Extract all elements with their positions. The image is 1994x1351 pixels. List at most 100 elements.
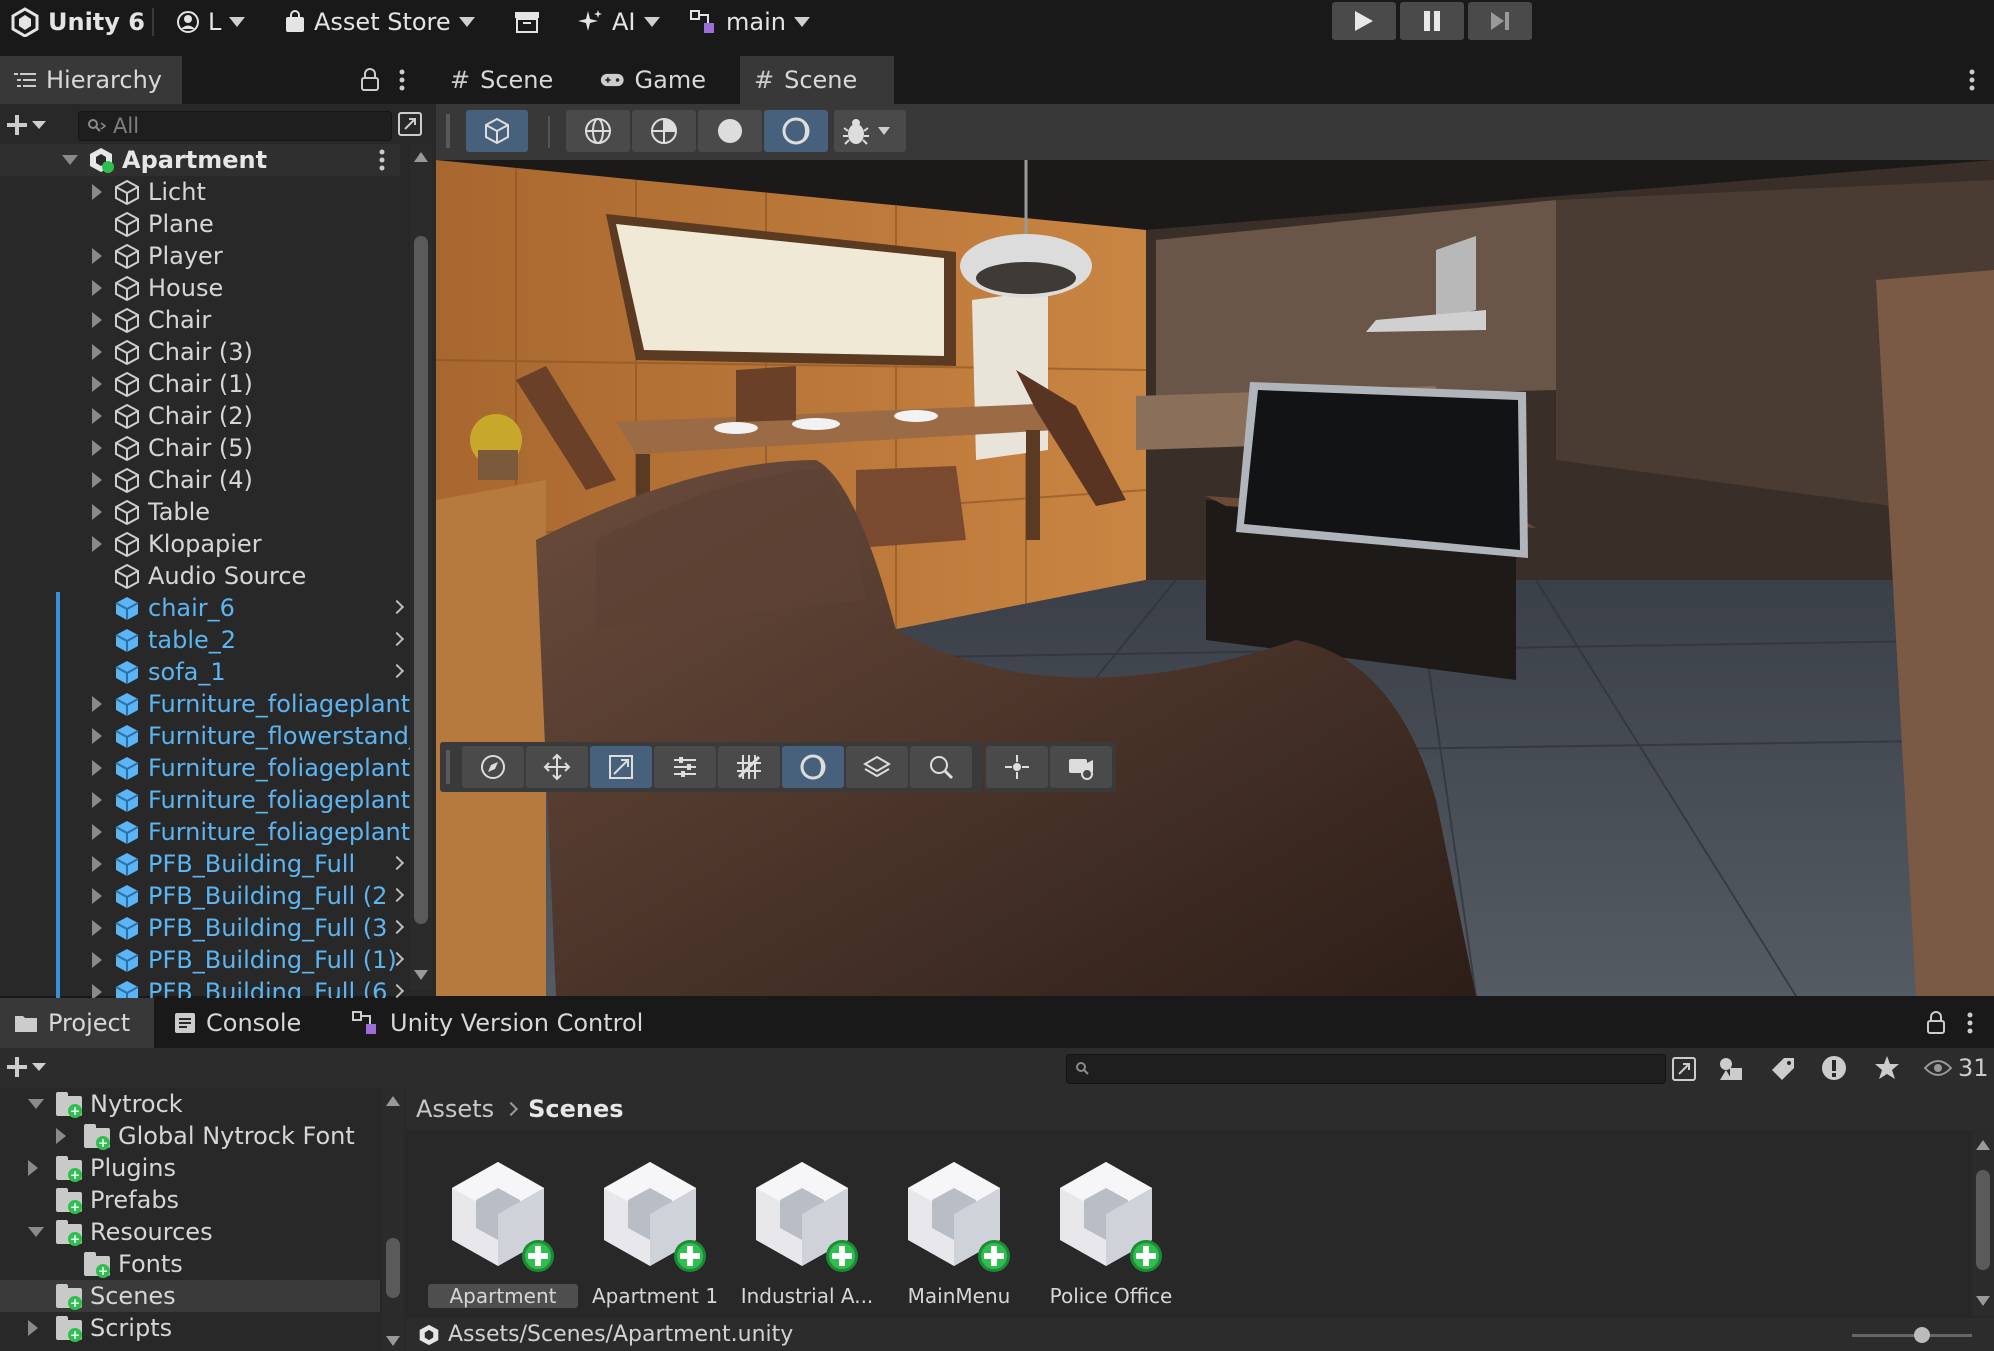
hierarchy-item[interactable]: Furniture_foliageplant_1: [0, 784, 410, 816]
expand-arrow-icon[interactable]: [92, 728, 102, 744]
expand-arrow-icon[interactable]: [92, 888, 102, 904]
shaded-mode-button[interactable]: [698, 110, 762, 152]
hierarchy-item[interactable]: table_2: [0, 624, 410, 656]
expand-arrow-icon[interactable]: [92, 408, 102, 424]
hierarchy-item[interactable]: Table: [0, 496, 410, 528]
asset-scroll-thumb[interactable]: [1976, 1170, 1990, 1270]
folder-scroll-thumb[interactable]: [386, 1238, 400, 1298]
expand-arrow-icon[interactable]: [92, 536, 102, 552]
open-search-window-icon[interactable]: [1670, 1055, 1698, 1083]
kebab-menu-icon[interactable]: [398, 68, 406, 92]
hierarchy-item[interactable]: chair_6: [0, 592, 410, 624]
chevron-right-icon[interactable]: [389, 983, 405, 999]
asset-grid-scrollbar[interactable]: [1972, 1130, 1994, 1316]
hierarchy-item[interactable]: Licht: [0, 176, 410, 208]
folder-tree-item[interactable]: + Fonts: [0, 1248, 380, 1280]
hierarchy-item[interactable]: Chair (2): [0, 400, 410, 432]
hierarchy-scroll-thumb[interactable]: [414, 236, 428, 924]
expand-arrow-icon[interactable]: [92, 504, 102, 520]
step-button[interactable]: [1468, 2, 1532, 40]
scroll-up-arrow-icon[interactable]: [414, 152, 428, 162]
folder-tree-item[interactable]: + Resources: [0, 1216, 380, 1248]
folder-tree-item[interactable]: + Nytrock: [0, 1088, 380, 1120]
expand-arrow-icon[interactable]: [28, 1320, 38, 1336]
tab-game[interactable]: Game: [586, 56, 720, 104]
pivot-tool-button[interactable]: [986, 746, 1048, 788]
hierarchy-item[interactable]: Furniture_flowerstand_: [0, 720, 410, 752]
chevron-right-icon[interactable]: [389, 887, 405, 903]
create-dropdown[interactable]: [6, 114, 46, 136]
scroll-down-arrow-icon[interactable]: [386, 1336, 400, 1346]
hierarchy-item[interactable]: Chair (3): [0, 336, 410, 368]
chevron-right-icon[interactable]: [389, 919, 405, 935]
expand-arrow-icon[interactable]: [92, 920, 102, 936]
collapse-arrow-icon[interactable]: [28, 1227, 44, 1237]
expand-arrow-icon[interactable]: [92, 472, 102, 488]
kebab-menu-icon[interactable]: [378, 148, 386, 172]
scene-filter-icon[interactable]: [396, 110, 424, 138]
collapse-arrow-icon[interactable]: [28, 1099, 44, 1109]
chevron-right-icon[interactable]: [389, 855, 405, 871]
view-tool-button[interactable]: [462, 746, 524, 788]
chevron-right-icon[interactable]: [389, 599, 405, 615]
scroll-up-arrow-icon[interactable]: [386, 1096, 400, 1106]
layers-button[interactable]: [846, 746, 908, 788]
kebab-menu-icon[interactable]: [1968, 68, 1976, 92]
hierarchy-item[interactable]: House: [0, 272, 410, 304]
tab-console[interactable]: Console: [160, 998, 315, 1048]
hierarchy-item[interactable]: PFB_Building_Full (3: [0, 912, 410, 944]
icon-size-slider[interactable]: [1852, 1327, 1972, 1343]
scroll-down-arrow-icon[interactable]: [1976, 1296, 1990, 1306]
folder-scrollbar[interactable]: [382, 1088, 404, 1351]
expand-arrow-icon[interactable]: [92, 440, 102, 456]
expand-arrow-icon[interactable]: [92, 376, 102, 392]
package-manager-button[interactable]: [514, 0, 540, 44]
debug-draw-dropdown[interactable]: [834, 110, 906, 152]
transform-tool-button[interactable]: [590, 746, 652, 788]
expand-arrow-icon[interactable]: [92, 344, 102, 360]
scene-viewport[interactable]: [436, 160, 1994, 996]
folder-tree-item[interactable]: + Global Nytrock Font: [0, 1120, 380, 1152]
zoom-button[interactable]: [910, 746, 972, 788]
filter-by-type-icon[interactable]: [1718, 1056, 1746, 1082]
lighting-overlay-button[interactable]: [782, 746, 844, 788]
wireframe-mode-button[interactable]: [566, 110, 630, 152]
hierarchy-root-row[interactable]: Apartment: [0, 144, 400, 176]
project-create-dropdown[interactable]: [6, 1056, 46, 1078]
expand-arrow-icon[interactable]: [62, 155, 78, 165]
hierarchy-item[interactable]: Player: [0, 240, 410, 272]
favorite-star-icon[interactable]: [1874, 1055, 1900, 1081]
hierarchy-item[interactable]: sofa_1: [0, 656, 410, 688]
breadcrumb-assets[interactable]: Assets: [416, 1095, 494, 1123]
pause-button[interactable]: [1400, 2, 1464, 40]
toolbar-grip[interactable]: [446, 114, 450, 148]
scroll-up-arrow-icon[interactable]: [1976, 1140, 1990, 1150]
hierarchy-item[interactable]: Furniture_foliageplant_(: [0, 816, 410, 848]
account-dropdown[interactable]: L: [176, 0, 246, 44]
toolbar-grip[interactable]: [446, 750, 450, 784]
expand-arrow-icon[interactable]: [92, 184, 102, 200]
folder-tree-item[interactable]: + Scripts: [0, 1312, 380, 1344]
hierarchy-item[interactable]: Chair: [0, 304, 410, 336]
grid-snap-button[interactable]: [718, 746, 780, 788]
expand-arrow-icon[interactable]: [92, 856, 102, 872]
expand-arrow-icon[interactable]: [92, 792, 102, 808]
tab-version-control[interactable]: Unity Version Control: [338, 998, 657, 1048]
project-search-input[interactable]: [1066, 1054, 1666, 1084]
lock-icon[interactable]: [360, 68, 380, 92]
tab-scene-active[interactable]: # Scene: [740, 56, 894, 104]
tab-hierarchy[interactable]: Hierarchy: [0, 56, 182, 104]
label-tag-icon[interactable]: [1770, 1056, 1796, 1082]
folder-tree-item[interactable]: + Scenes: [0, 1280, 380, 1312]
hierarchy-item[interactable]: Audio Source: [0, 560, 410, 592]
hierarchy-item[interactable]: PFB_Building_Full: [0, 848, 410, 880]
view-mode-3d-button[interactable]: [466, 110, 528, 152]
branch-dropdown[interactable]: main: [690, 0, 810, 44]
hierarchy-item[interactable]: Furniture_foliageplant_(: [0, 688, 410, 720]
unity-logo-menu[interactable]: Unity 6: [10, 0, 145, 44]
hierarchy-search-input[interactable]: All: [78, 111, 392, 141]
lighting-mode-button[interactable]: [764, 110, 828, 152]
hidden-packages-toggle[interactable]: 31: [1924, 1054, 1989, 1082]
folder-tree-item[interactable]: + Prefabs: [0, 1184, 380, 1216]
hierarchy-item[interactable]: Furniture_foliageplant_1: [0, 752, 410, 784]
